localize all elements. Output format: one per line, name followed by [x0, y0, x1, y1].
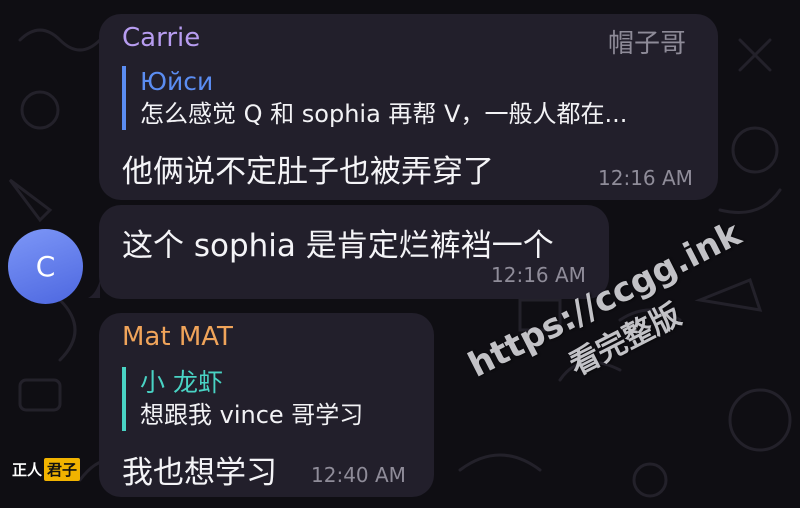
sender-tag: 帽子哥: [608, 29, 687, 59]
message-time: 12:16 AM: [598, 166, 693, 190]
message-time: 12:16 AM: [491, 263, 586, 287]
reply-sender-name: 小 龙虾: [140, 368, 223, 397]
message-text: 他俩说不定肚子也被弄穿了: [122, 154, 494, 190]
reply-text: 想跟我 vince 哥学习: [140, 401, 364, 429]
reply-quote[interactable]: Юйси 怎么感觉 Q 和 sophia 再帮 V，一般人都在...: [122, 66, 692, 130]
sender-name[interactable]: Carrie: [122, 23, 200, 53]
bubble-tail: [88, 280, 100, 298]
logo-part-1: 正人: [12, 461, 43, 479]
site-logo: 正人 君子: [10, 458, 81, 481]
sender-name[interactable]: Mat MAT: [122, 322, 233, 352]
reply-text: 怎么感觉 Q 和 sophia 再帮 V，一般人都在...: [140, 100, 628, 128]
message-bubble-carrie[interactable]: Carrie 帽子哥 Юйси 怎么感觉 Q 和 sophia 再帮 V，一般人…: [99, 14, 718, 200]
logo-part-2: 君子: [44, 458, 81, 481]
message-text: 这个 sophia 是肯定烂裤裆一个: [122, 228, 554, 264]
reply-sender-name: Юйси: [140, 67, 214, 96]
message-time: 12:40 AM: [311, 463, 406, 487]
message-text: 我也想学习: [122, 455, 277, 491]
avatar-carrie[interactable]: C: [8, 229, 83, 304]
reply-quote[interactable]: 小 龙虾 想跟我 vince 哥学习: [122, 367, 422, 431]
message-bubble-mat[interactable]: Mat MAT 小 龙虾 想跟我 vince 哥学习 我也想学习 12:40 A…: [99, 313, 434, 497]
message-bubble-2[interactable]: 这个 sophia 是肯定烂裤裆一个 12:16 AM: [99, 205, 609, 299]
